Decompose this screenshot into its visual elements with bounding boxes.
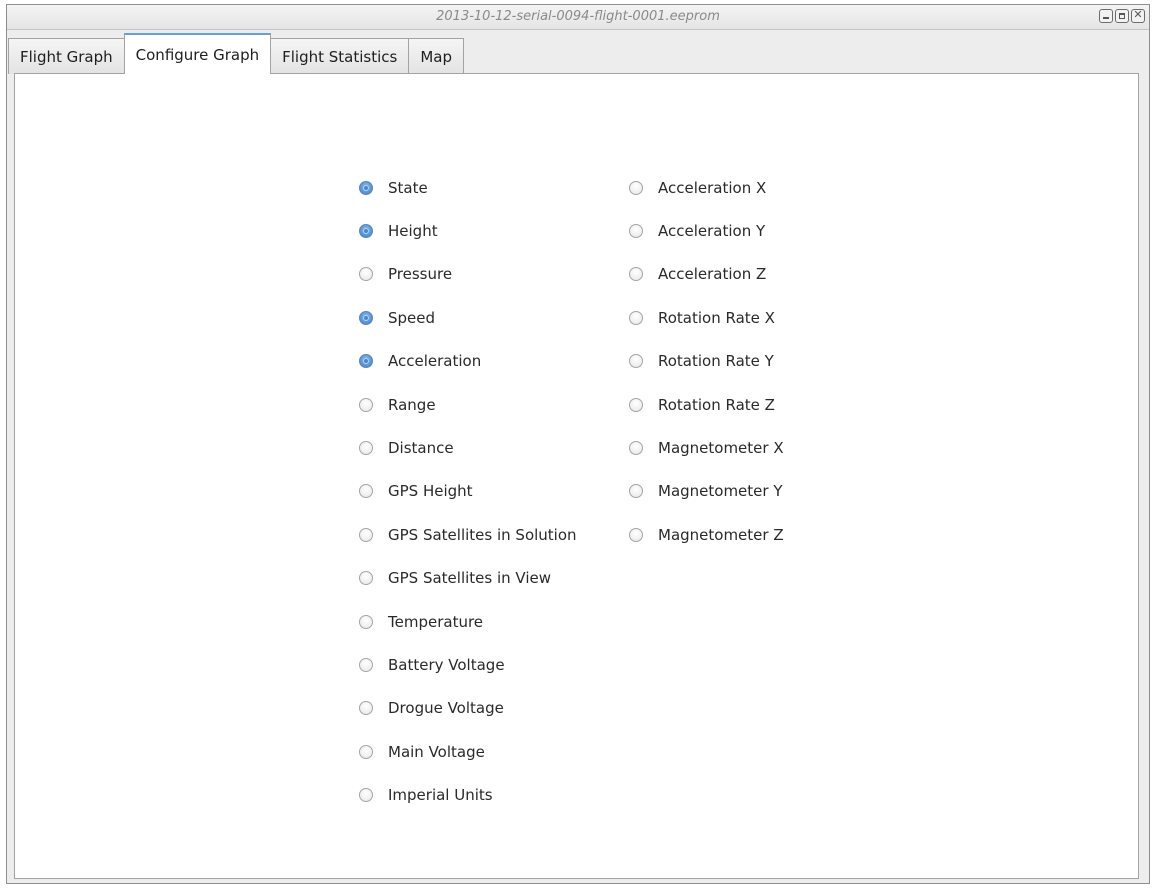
option-label[interactable]: GPS Satellites in Solution: [388, 526, 577, 544]
option-height[interactable]: Height: [357, 209, 577, 252]
option-gps-height[interactable]: GPS Height: [357, 470, 577, 513]
option-toggle[interactable]: [359, 744, 373, 759]
option-label[interactable]: Magnetometer X: [658, 439, 784, 457]
option-toggle[interactable]: [359, 657, 373, 672]
option-magnetometer-z[interactable]: Magnetometer Z: [627, 513, 784, 556]
title-bar[interactable]: 2013-10-12-serial-0094-flight-0001.eepro…: [7, 5, 1149, 30]
close-button[interactable]: ✕: [1131, 8, 1145, 23]
option-label[interactable]: Speed: [388, 309, 435, 327]
option-label[interactable]: Acceleration Y: [658, 222, 765, 240]
option-drogue-voltage[interactable]: Drogue Voltage: [357, 687, 577, 730]
option-toggle[interactable]: [359, 788, 373, 803]
option-label[interactable]: GPS Satellites in View: [388, 569, 551, 587]
option-pressure[interactable]: Pressure: [357, 253, 577, 296]
option-toggle[interactable]: [359, 354, 373, 369]
option-main-voltage[interactable]: Main Voltage: [357, 730, 577, 773]
option-toggle[interactable]: [629, 180, 643, 195]
minimize-button[interactable]: [1099, 9, 1113, 23]
option-speed[interactable]: Speed: [357, 296, 577, 339]
option-toggle[interactable]: [629, 224, 643, 239]
option-label[interactable]: Drogue Voltage: [388, 699, 504, 717]
option-magnetometer-y[interactable]: Magnetometer Y: [627, 470, 784, 513]
option-label[interactable]: Distance: [388, 439, 454, 457]
option-toggle[interactable]: [359, 180, 373, 195]
option-label[interactable]: Acceleration Z: [658, 265, 766, 283]
option-toggle[interactable]: [359, 397, 373, 412]
option-rotation-rate-z[interactable]: Rotation Rate Z: [627, 383, 784, 426]
option-label[interactable]: Height: [388, 222, 438, 240]
option-toggle[interactable]: [629, 484, 643, 499]
option-range[interactable]: Range: [357, 383, 577, 426]
minimize-icon: [1103, 17, 1109, 19]
option-toggle[interactable]: [629, 397, 643, 412]
close-icon: ✕: [1133, 8, 1143, 21]
option-rotation-rate-x[interactable]: Rotation Rate X: [627, 296, 784, 339]
option-imperial-units[interactable]: Imperial Units: [357, 773, 577, 816]
option-toggle[interactable]: [359, 484, 373, 499]
option-toggle[interactable]: [629, 267, 643, 282]
option-label[interactable]: Rotation Rate Z: [658, 396, 775, 414]
option-acceleration-z[interactable]: Acceleration Z: [627, 253, 784, 296]
option-label[interactable]: Pressure: [388, 265, 452, 283]
option-label[interactable]: Acceleration X: [658, 179, 766, 197]
option-toggle[interactable]: [359, 224, 373, 239]
option-toggle[interactable]: [629, 441, 643, 456]
option-battery-voltage[interactable]: Battery Voltage: [357, 643, 577, 686]
tab-map[interactable]: Map: [408, 38, 465, 74]
window-title: 2013-10-12-serial-0094-flight-0001.eepro…: [436, 9, 720, 24]
option-gps-satellites-in-solution[interactable]: GPS Satellites in Solution: [357, 513, 577, 556]
option-acceleration-x[interactable]: Acceleration X: [627, 166, 784, 209]
option-magnetometer-x[interactable]: Magnetometer X: [627, 426, 784, 469]
option-acceleration[interactable]: Acceleration: [357, 340, 577, 383]
option-rotation-rate-y[interactable]: Rotation Rate Y: [627, 340, 784, 383]
option-toggle[interactable]: [359, 701, 373, 716]
option-label[interactable]: Battery Voltage: [388, 656, 505, 674]
tab-flight-graph[interactable]: Flight Graph: [8, 38, 125, 74]
option-toggle[interactable]: [629, 354, 643, 369]
option-label[interactable]: Main Voltage: [388, 743, 485, 761]
tab-configure-graph[interactable]: Configure Graph: [123, 33, 272, 74]
option-label[interactable]: Acceleration: [388, 352, 481, 370]
option-gps-satellites-in-view[interactable]: GPS Satellites in View: [357, 557, 577, 600]
option-label[interactable]: Magnetometer Z: [658, 526, 784, 544]
option-label[interactable]: GPS Height: [388, 482, 473, 500]
tab-bar: Flight Graph Configure Graph Flight Stat…: [8, 30, 465, 74]
option-state[interactable]: State: [357, 166, 577, 209]
option-label[interactable]: Rotation Rate Y: [658, 352, 774, 370]
option-toggle[interactable]: [359, 310, 373, 325]
option-toggle[interactable]: [359, 571, 373, 586]
option-temperature[interactable]: Temperature: [357, 600, 577, 643]
option-label[interactable]: Range: [388, 396, 436, 414]
window-controls: ✕: [1099, 8, 1145, 23]
maximize-button[interactable]: [1115, 9, 1129, 23]
option-toggle[interactable]: [359, 267, 373, 282]
option-label[interactable]: Rotation Rate X: [658, 309, 775, 327]
option-label[interactable]: Magnetometer Y: [658, 482, 783, 500]
option-label[interactable]: State: [388, 179, 428, 197]
maximize-icon: [1119, 13, 1125, 19]
option-toggle[interactable]: [629, 527, 643, 542]
option-label[interactable]: Imperial Units: [388, 786, 493, 804]
tab-flight-statistics[interactable]: Flight Statistics: [270, 38, 410, 74]
option-toggle[interactable]: [359, 614, 373, 629]
graph-options-left-column: State Height Pressure Speed Acceleration Rang…: [357, 166, 577, 817]
option-label[interactable]: Temperature: [388, 613, 483, 631]
option-toggle[interactable]: [359, 527, 373, 542]
option-distance[interactable]: Distance: [357, 426, 577, 469]
option-acceleration-y[interactable]: Acceleration Y: [627, 209, 784, 252]
option-toggle[interactable]: [629, 310, 643, 325]
option-toggle[interactable]: [359, 441, 373, 456]
configure-graph-panel: State Height Pressure Speed Acceleration Rang…: [14, 73, 1139, 879]
graph-options-right-column: Acceleration X Acceleration Y Acceleration…: [627, 166, 784, 557]
